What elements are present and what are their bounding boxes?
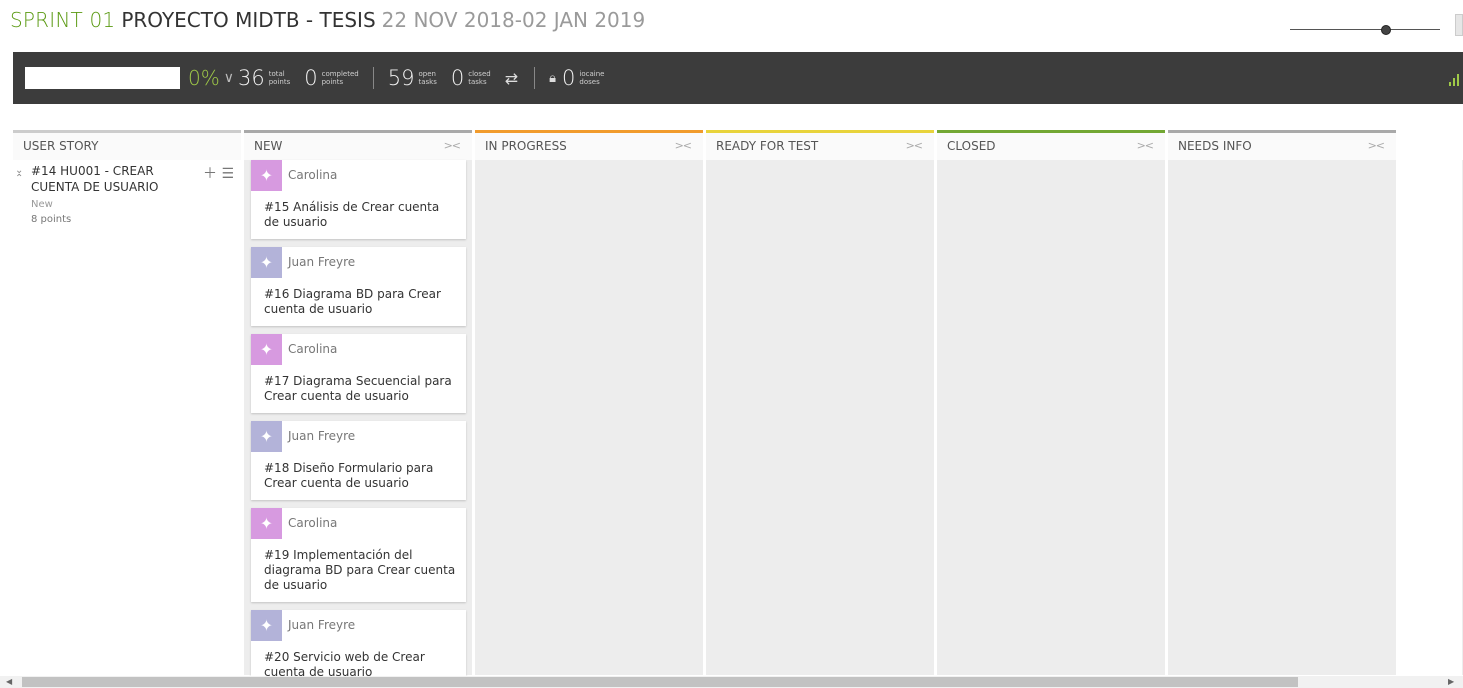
user-story-title[interactable]: #14 HU001 - CREAR CUENTA DE USUARIO	[31, 163, 196, 195]
task-title[interactable]: #15 Análisis de Crear cuenta de usuario	[251, 160, 458, 230]
task-card[interactable]: ✦ Carolina #19 Implementación del diagra…	[251, 508, 466, 602]
zoom-slider[interactable]	[1290, 22, 1440, 38]
column-body-in-progress	[475, 160, 703, 675]
avatar: ✦	[251, 247, 282, 278]
closed-tasks-label: closed	[468, 70, 491, 78]
total-points-value: 36	[237, 66, 265, 90]
column-header-in-progress: IN PROGRESS ><	[475, 130, 703, 160]
closed-tasks-unit: tasks	[468, 78, 487, 86]
column-header-needs-info: NEEDS INFO ><	[1168, 130, 1396, 160]
swap-icon[interactable]: ⇄	[505, 69, 518, 88]
completed-points-label: completed	[321, 70, 359, 78]
avatar: ✦	[251, 610, 282, 641]
column-header-closed: CLOSED ><	[937, 130, 1165, 160]
progress-percent: 0%	[188, 66, 220, 90]
assignee-name: Juan Freyre	[288, 255, 356, 269]
task-card[interactable]: ✦ Juan Freyre #20 Servicio web de Crear …	[251, 610, 466, 676]
total-points-stat: 36 total points	[238, 66, 290, 90]
total-points-unit: points	[268, 78, 291, 86]
task-title[interactable]: #19 Implementación del diagrama BD para …	[251, 508, 458, 593]
open-tasks-label: open	[418, 70, 436, 78]
scroll-left-icon[interactable]: ◀	[6, 676, 12, 688]
closed-tasks-stat: 0 closed tasks	[451, 66, 491, 90]
sprint-summary-bar: 0% ∨ 36 total points 0 completed points 59…	[13, 52, 1463, 104]
closed-tasks-value: 0	[450, 66, 465, 90]
bulk-add-icon[interactable]: ☰	[221, 166, 234, 182]
iocaine-doses-value: 0	[562, 66, 576, 90]
column-header-user-story: USER STORY	[13, 130, 241, 160]
scrollbar-thumb[interactable]	[22, 677, 1298, 687]
assignee-name: Carolina	[288, 168, 338, 182]
column-header-ready-for-test: READY FOR TEST ><	[706, 130, 934, 160]
horizontal-scrollbar[interactable]: ◀ ▶	[0, 676, 1463, 688]
graph-toggle-icon[interactable]	[1449, 74, 1459, 86]
column-title: NEW	[254, 139, 283, 153]
task-card[interactable]: ✦ Juan Freyre #18 Diseño Formulario para…	[251, 421, 466, 500]
collapse-column-icon[interactable]: ><	[444, 139, 461, 152]
assignee-name: Juan Freyre	[288, 429, 356, 443]
collapse-toggle-icon[interactable]: ⌄ ⌃	[15, 166, 23, 184]
scroll-right-icon[interactable]: ▶	[1448, 676, 1454, 688]
column-title: IN PROGRESS	[485, 139, 567, 153]
task-title[interactable]: #17 Diagrama Secuencial para Crear cuent…	[251, 334, 458, 404]
completed-points-unit: points	[321, 78, 344, 86]
divider	[372, 67, 374, 89]
progress-bar	[25, 67, 180, 89]
avatar: ✦	[251, 334, 282, 365]
task-card[interactable]: ✦ Carolina #15 Análisis de Crear cuenta …	[251, 160, 466, 239]
user-story-points: 8 points	[31, 214, 72, 225]
sprint-name: SPRINT 01	[10, 8, 116, 32]
zoom-handle[interactable]	[1381, 25, 1391, 35]
sprint-header: SPRINT 01 PROYECTO MIDTB - TESIS 22 NOV …	[10, 8, 645, 40]
iocaine-doses-label: iocaine	[579, 70, 605, 78]
column-title: CLOSED	[947, 139, 996, 153]
collapse-column-icon[interactable]: ><	[675, 139, 692, 152]
assignee-name: Carolina	[288, 516, 338, 530]
column-title: NEEDS INFO	[1178, 139, 1252, 153]
divider	[534, 67, 536, 89]
chevron-down-icon[interactable]: ∨	[224, 70, 234, 86]
sprint-dates: 22 NOV 2018-02 JAN 2019	[381, 8, 646, 32]
column-body-needs-info	[1168, 160, 1396, 675]
completed-points-stat: 0 completed points	[304, 66, 359, 90]
lock-icon: 🔒︎	[549, 70, 557, 86]
iocaine-doses-stat: 0 iocaine doses	[562, 66, 604, 90]
completed-points-value: 0	[304, 66, 318, 90]
column-title: USER STORY	[23, 139, 99, 153]
user-story-status: New	[31, 199, 53, 210]
avatar: ✦	[251, 160, 282, 191]
open-tasks-unit: tasks	[418, 78, 437, 86]
zoom-edge-button[interactable]	[1455, 14, 1463, 36]
zoom-track	[1290, 29, 1440, 30]
iocaine-doses-unit: doses	[579, 78, 600, 86]
collapse-column-icon[interactable]: ><	[1137, 139, 1154, 152]
open-tasks-stat: 59 open tasks	[388, 66, 437, 90]
user-story[interactable]: ⌄ ⌃ #14 HU001 - CREAR CUENTA DE USUARIO ＋…	[13, 163, 238, 225]
total-points-label: total	[268, 70, 285, 78]
column-body-ready-for-test	[706, 160, 934, 675]
collapse-column-icon[interactable]: ><	[906, 139, 923, 152]
project-name: PROYECTO MIDTB - TESIS	[121, 8, 376, 32]
column-title: READY FOR TEST	[716, 139, 819, 153]
open-tasks-value: 59	[387, 66, 415, 90]
assignee-name: Juan Freyre	[288, 618, 356, 632]
collapse-column-icon[interactable]: ><	[1368, 139, 1385, 152]
task-card[interactable]: ✦ Carolina #17 Diagrama Secuencial para …	[251, 334, 466, 413]
task-card[interactable]: ✦ Juan Freyre #16 Diagrama BD para Crear…	[251, 247, 466, 326]
add-task-icon[interactable]: ＋ ☰	[203, 163, 234, 183]
avatar: ✦	[251, 508, 282, 539]
avatar: ✦	[251, 421, 282, 452]
column-header-new: NEW ><	[244, 130, 472, 160]
assignee-name: Carolina	[288, 342, 338, 356]
column-body-closed	[937, 160, 1165, 675]
